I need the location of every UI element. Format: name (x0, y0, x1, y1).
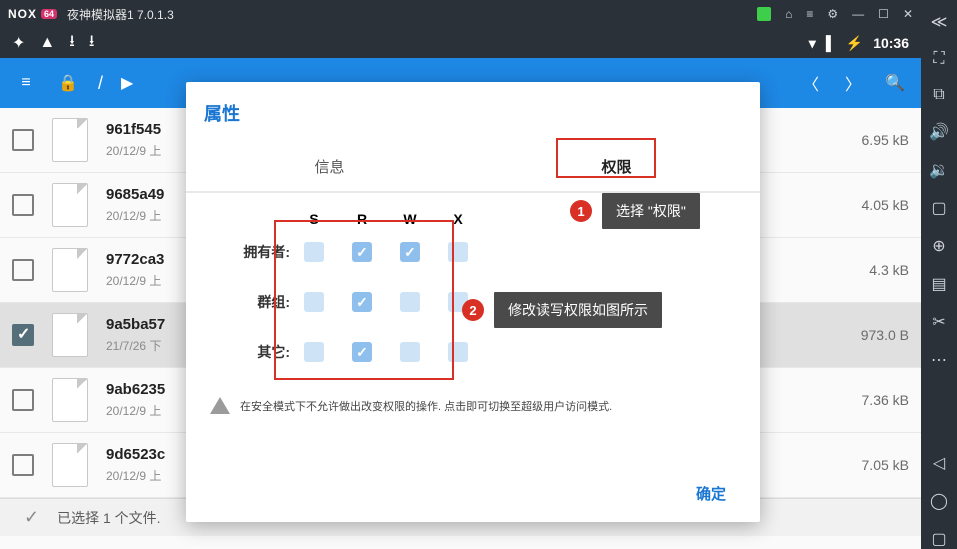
apk-icon[interactable]: ⊕ (932, 236, 945, 256)
file-size: 4.3 kB (869, 262, 909, 278)
tab-info[interactable]: 信息 (186, 142, 473, 191)
android-statusbar: ✦ ▲ ⭳ ⭳ ▾ ▌ ⚡ 10:36 (0, 28, 921, 58)
window-controls: ⌂ ≡ ⚙ — ☐ ✕ (757, 7, 913, 21)
clock-text: 10:36 (873, 35, 909, 51)
volume-down-icon[interactable]: 🔉 (929, 160, 949, 180)
callout-1: 1 选择 "权限" (570, 193, 700, 229)
file-icon (52, 118, 88, 162)
download-icon-2[interactable]: ⭳ (89, 30, 95, 57)
perm-label-group: 群组: (210, 292, 290, 312)
owner-x-checkbox[interactable] (448, 242, 468, 262)
settings-gear-icon[interactable]: ⚙ (827, 7, 838, 21)
minimize-icon[interactable]: — (852, 7, 864, 21)
group-w-checkbox[interactable] (400, 292, 420, 312)
file-size: 4.05 kB (862, 197, 909, 213)
maximize-icon[interactable]: ☐ (878, 7, 889, 21)
screen-icon[interactable]: ▢ (931, 198, 946, 218)
col-w: W (386, 211, 434, 227)
home-icon[interactable]: ⌂ (785, 7, 792, 21)
file-size: 6.95 kB (862, 132, 909, 148)
download-icon[interactable]: ⭳ (69, 30, 75, 57)
other-r-checkbox[interactable] (352, 342, 372, 362)
breadcrumb-next-icon[interactable]: ▶ (121, 73, 133, 93)
warning-text: 在安全模式下不允许做出改变权限的操作. 点击即可切换至超级用户访问模式. (240, 398, 612, 414)
file-icon (52, 378, 88, 422)
puzzle-icon[interactable]: ✦ (12, 33, 25, 53)
file-checkbox[interactable] (12, 129, 34, 151)
more-icon[interactable]: ⋯ (931, 350, 947, 370)
search-icon[interactable]: 🔍 (883, 71, 907, 95)
perm-label-owner: 拥有者: (210, 242, 290, 262)
signal-icon: ▌ (826, 35, 836, 51)
callout-2: 2 修改读写权限如图所示 (462, 292, 662, 328)
ok-button[interactable]: 确定 (682, 475, 740, 512)
hamburger-icon[interactable]: ≡ (14, 71, 38, 95)
group-s-checkbox[interactable] (304, 292, 324, 312)
selection-text: 已选择 1 个文件. (57, 508, 160, 528)
file-icon (52, 248, 88, 292)
other-w-checkbox[interactable] (400, 342, 420, 362)
wifi-icon: ▾ (809, 35, 816, 52)
file-size: 973.0 B (861, 327, 909, 343)
owner-r-checkbox[interactable] (352, 242, 372, 262)
col-x: X (434, 211, 482, 227)
breadcrumb-root[interactable]: / (98, 73, 103, 94)
warning-icon[interactable]: ▲ (39, 34, 55, 52)
warning-triangle-icon (210, 397, 230, 414)
collapse-icon[interactable]: ≪ (931, 12, 948, 32)
dialog-title: 属性 (186, 82, 760, 136)
android-home-icon[interactable]: ◯ (930, 491, 948, 511)
brand-badge: 64 (41, 9, 57, 19)
file-icon (52, 313, 88, 357)
battery-icon: ⚡ (846, 35, 863, 52)
emulator-sidebar: ≪ ⛶ ⧉ 🔊 🔉 ▢ ⊕ ▤ ✂ ⋯ ◁ ◯ ▢ (921, 0, 957, 549)
nav-fwd-icon[interactable]: 〉 (841, 71, 865, 95)
window-titlebar: NOX 64 夜神模拟器1 7.0.1.3 ⌂ ≡ ⚙ — ☐ ✕ (0, 0, 921, 28)
owner-w-checkbox[interactable] (400, 242, 420, 262)
group-r-checkbox[interactable] (352, 292, 372, 312)
close-icon[interactable]: ✕ (903, 7, 913, 21)
file-checkbox[interactable] (12, 324, 34, 346)
android-back-icon[interactable]: ◁ (933, 453, 945, 473)
other-s-checkbox[interactable] (304, 342, 324, 362)
volume-up-icon[interactable]: 🔊 (929, 122, 949, 142)
scissors-icon[interactable]: ✂ (932, 312, 945, 332)
file-icon (52, 183, 88, 227)
col-s: S (290, 211, 338, 227)
file-checkbox[interactable] (12, 389, 34, 411)
file-size: 7.36 kB (862, 392, 909, 408)
file-checkbox[interactable] (12, 454, 34, 476)
nav-back-icon[interactable]: 〈 (799, 71, 823, 95)
perm-row-other: 其它: (210, 327, 736, 377)
window-title: 夜神模拟器1 7.0.1.3 (67, 6, 174, 23)
callout-2-number: 2 (462, 299, 484, 321)
checkmark-icon: ✓ (24, 507, 39, 528)
callout-1-number: 1 (570, 200, 592, 222)
android-recent-icon[interactable]: ▢ (931, 529, 946, 549)
brand-name: NOX (8, 7, 37, 21)
store-icon[interactable] (757, 7, 771, 21)
folder-icon[interactable]: ▤ (931, 274, 946, 294)
file-checkbox[interactable] (12, 194, 34, 216)
callout-2-text: 修改读写权限如图所示 (494, 292, 662, 328)
fullscreen-icon[interactable]: ⛶ (933, 50, 944, 68)
screenshot-icon[interactable]: ⧉ (933, 86, 944, 104)
callout-1-text: 选择 "权限" (602, 193, 700, 229)
lock-icon[interactable]: 🔒 (56, 71, 80, 95)
other-x-checkbox[interactable] (448, 342, 468, 362)
tab-permissions[interactable]: 权限 (473, 142, 760, 191)
brand: NOX 64 (8, 7, 57, 21)
file-checkbox[interactable] (12, 259, 34, 281)
dialog-tabs: 信息 权限 (186, 142, 760, 193)
file-size: 7.05 kB (862, 457, 909, 473)
warning-row[interactable]: 在安全模式下不允许做出改变权限的操作. 点击即可切换至超级用户访问模式. (186, 387, 760, 424)
perm-label-other: 其它: (210, 342, 290, 362)
file-icon (52, 443, 88, 487)
perm-row-owner: 拥有者: (210, 227, 736, 277)
menu-lines-icon[interactable]: ≡ (806, 7, 813, 21)
owner-s-checkbox[interactable] (304, 242, 324, 262)
col-r: R (338, 211, 386, 227)
